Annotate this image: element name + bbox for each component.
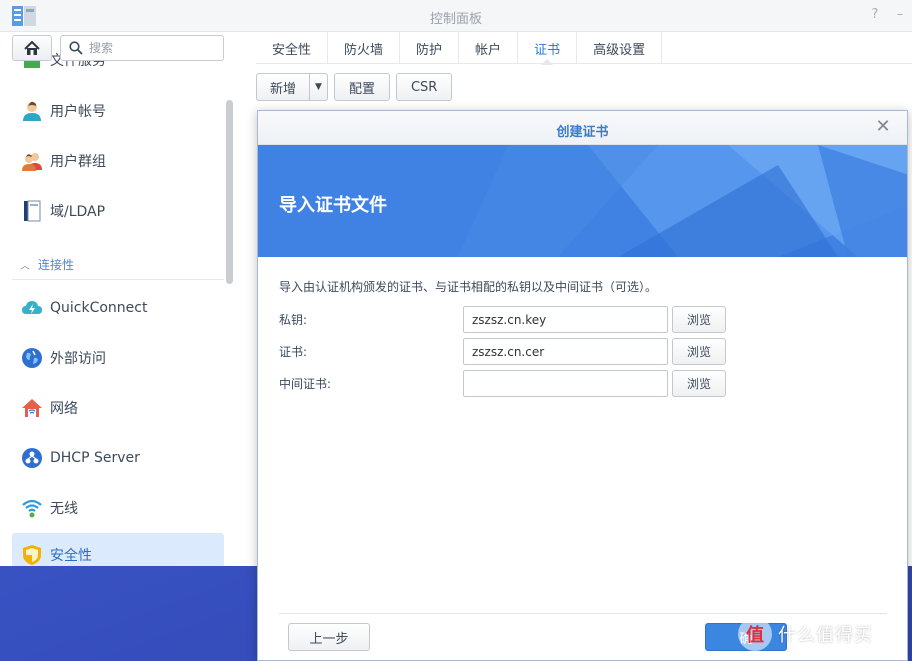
home-button[interactable] xyxy=(12,35,52,61)
tab-advanced[interactable]: 高级设置 xyxy=(577,32,663,64)
sidebar-item-wireless[interactable]: 无线 xyxy=(12,486,224,530)
dhcp-icon xyxy=(20,446,44,470)
minimize-button[interactable]: – xyxy=(893,7,907,23)
sidebar-scrollbar[interactable] xyxy=(226,100,233,284)
sidebar-item-network[interactable]: 网络 xyxy=(12,386,224,430)
sidebar-item-label: DHCP Server xyxy=(50,450,140,466)
intermediate-certificate-row: 中间证书: 浏览 xyxy=(279,370,899,398)
sidebar-item-security[interactable]: 安全性 xyxy=(12,533,224,566)
private-key-row: 私钥: 浏览 xyxy=(279,306,899,334)
network-home-icon xyxy=(20,396,44,420)
sidebar-item-label: 安全性 xyxy=(50,548,92,564)
tab-account[interactable]: 帐户 xyxy=(459,32,519,64)
dialog-banner: 导入证书文件 xyxy=(258,145,907,257)
user-icon xyxy=(20,99,44,123)
dialog-description: 导入由认证机构颁发的证书、与证书相配的私钥以及中间证书（可选）。 xyxy=(279,280,658,294)
chevron-up-icon: ︿ xyxy=(20,261,30,272)
intermediate-certificate-field[interactable] xyxy=(463,370,668,397)
csr-button[interactable]: CSR xyxy=(395,73,453,101)
sidebar-item-quickconnect[interactable]: QuickConnect xyxy=(12,286,224,330)
field-label: 证书: xyxy=(279,345,308,359)
field-label: 私钥: xyxy=(279,313,308,327)
user-group-icon xyxy=(20,149,44,173)
sidebar-item-label: 用户帐号 xyxy=(50,104,106,120)
window-title: 控制面板 xyxy=(429,12,482,27)
caret-down-icon: ▼ xyxy=(315,82,322,92)
tab-firewall[interactable]: 防火墙 xyxy=(328,32,401,64)
sidebar-item-dhcp[interactable]: DHCP Server xyxy=(12,436,224,480)
sidebar-item-users[interactable]: 用户帐号 xyxy=(12,89,224,133)
home-icon xyxy=(24,40,40,55)
private-key-field[interactable] xyxy=(463,306,668,333)
tab-bar: 安全性 防火墙 防护 帐户 证书 高级设置 xyxy=(256,32,912,65)
section-connectivity[interactable]: ︿ 连接性 xyxy=(12,250,224,280)
window-titlebar: 控制面板 ? – xyxy=(0,0,912,32)
banner-title: 导入证书文件 xyxy=(279,195,387,216)
sidebar-item-label: 网络 xyxy=(50,401,78,417)
sidebar-item-external-access[interactable]: 外部访问 xyxy=(12,336,224,380)
ldap-icon xyxy=(20,199,44,223)
globe-icon xyxy=(20,346,44,370)
tab-protection[interactable]: 防护 xyxy=(400,32,460,64)
browse-intermediate-button[interactable]: 浏览 xyxy=(672,370,726,397)
footer-divider xyxy=(279,613,887,614)
search-icon xyxy=(69,41,83,55)
sidebar-item-label: 无线 xyxy=(50,501,78,517)
close-icon[interactable]: ✕ xyxy=(875,118,891,136)
certificate-field[interactable] xyxy=(463,338,668,365)
browse-private-key-button[interactable]: 浏览 xyxy=(672,306,726,333)
watermark: 值 什么值得买 xyxy=(738,616,873,652)
dialog-title: 创建证书 xyxy=(556,125,609,140)
dialog-titlebar: 创建证书 ✕ xyxy=(258,111,907,145)
shield-icon xyxy=(20,543,44,566)
toolbar: 新增 ▼ 配置 CSR xyxy=(256,73,453,101)
sidebar-item-label: QuickConnect xyxy=(50,300,148,316)
tab-security[interactable]: 安全性 xyxy=(256,32,329,64)
sidebar-item-label: 域/LDAP xyxy=(50,204,106,220)
sidebar-item-user-groups[interactable]: 用户群组 xyxy=(12,139,224,183)
sidebar-item-label: 用户群组 xyxy=(50,154,106,170)
wifi-icon xyxy=(20,496,44,520)
previous-button[interactable]: 上一步 xyxy=(288,623,370,651)
add-split-button: 新增 ▼ xyxy=(256,73,328,101)
configure-button[interactable]: 配置 xyxy=(333,73,390,101)
add-button[interactable]: 新增 xyxy=(256,73,311,101)
browse-certificate-button[interactable]: 浏览 xyxy=(672,338,726,365)
section-label: 连接性 xyxy=(38,258,75,272)
search-box[interactable] xyxy=(60,35,224,61)
tab-certificate[interactable]: 证书 xyxy=(518,32,578,65)
sidebar-item-label: 外部访问 xyxy=(50,351,106,367)
sidebar: 文件服务 用户帐号 用户群组 域/LDAP ︿ 连接性 QuickConnect… xyxy=(0,32,236,566)
quickconnect-icon xyxy=(20,296,44,320)
help-button[interactable]: ? xyxy=(868,7,882,23)
certificate-row: 证书: 浏览 xyxy=(279,338,899,366)
add-dropdown-button[interactable]: ▼ xyxy=(310,73,328,101)
watermark-text: 什么值得买 xyxy=(778,625,873,646)
field-label: 中间证书: xyxy=(279,377,332,391)
search-input[interactable] xyxy=(89,39,217,57)
watermark-logo: 值 xyxy=(738,617,772,651)
create-certificate-dialog: 创建证书 ✕ 导入证书文件 导入由认证机构颁发的证书、与证书相配的私钥以及中间证… xyxy=(257,110,908,661)
sidebar-item-ldap[interactable]: 域/LDAP xyxy=(12,189,224,233)
